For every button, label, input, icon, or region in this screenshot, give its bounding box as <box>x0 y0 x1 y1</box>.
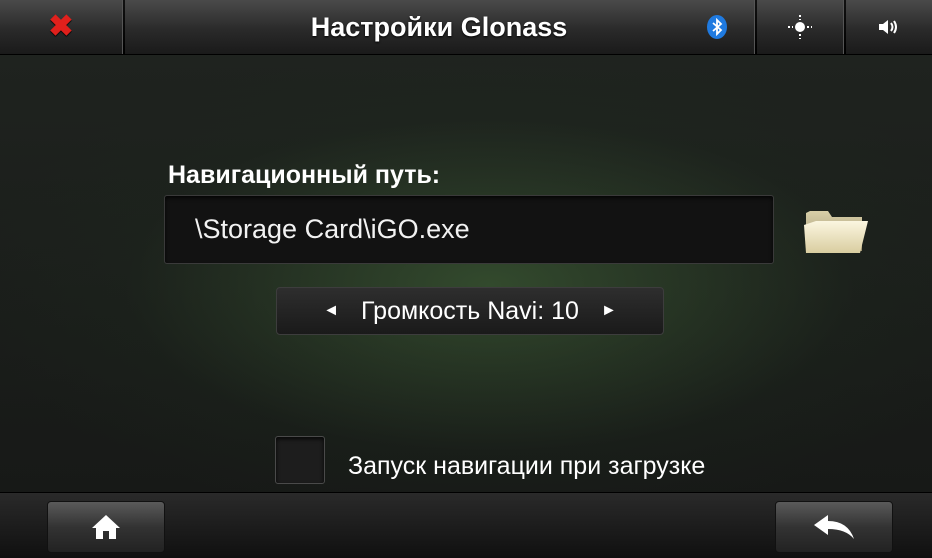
top-bar: ✖ Настройки Glonass <box>0 0 932 55</box>
back-button[interactable] <box>775 501 893 553</box>
volume-prev-button[interactable]: ◄ <box>301 302 361 320</box>
brightness-icon <box>788 15 812 39</box>
settings-panel: Навигационный путь: \Storage Card\iGO.ex… <box>0 55 932 492</box>
folder-icon <box>804 211 868 253</box>
bluetooth-status <box>682 0 752 54</box>
back-arrow-icon <box>814 515 854 539</box>
brightness-button[interactable] <box>757 0 843 54</box>
volume-button[interactable] <box>846 0 932 54</box>
volume-next-button[interactable]: ► <box>579 302 639 320</box>
nav-path-label: Навигационный путь: <box>168 161 441 189</box>
autostart-checkbox[interactable] <box>275 436 325 484</box>
navi-volume-selector: ◄ Громкость Navi: 10 ► <box>276 287 664 335</box>
page-title: Настройки Glonass <box>310 11 568 42</box>
home-icon <box>92 515 120 539</box>
bottom-bar <box>0 492 932 558</box>
speaker-icon <box>879 20 897 34</box>
close-icon: ✖ <box>48 10 74 43</box>
home-button[interactable] <box>47 501 165 553</box>
nav-path-field[interactable]: \Storage Card\iGO.exe <box>164 195 774 264</box>
close-button[interactable]: ✖ <box>0 0 122 54</box>
browse-folder-button[interactable] <box>802 203 870 255</box>
autostart-label: Запуск навигации при загрузке <box>348 452 706 480</box>
volume-label: Громкость Navi: 10 <box>361 296 579 325</box>
bluetooth-icon <box>707 15 727 39</box>
